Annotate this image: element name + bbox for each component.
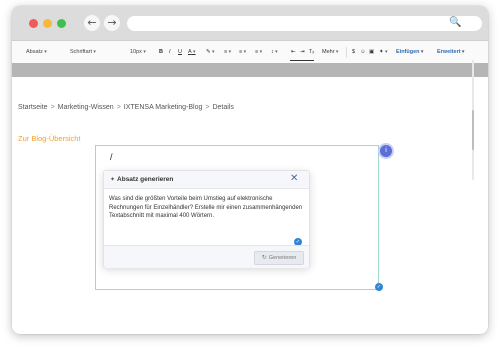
indent-increase-icon[interactable]: ⇥ bbox=[300, 49, 305, 55]
scrollbar-thumb[interactable] bbox=[472, 110, 474, 150]
dialog-header: ✦ Absatz generieren ✕ bbox=[104, 171, 309, 189]
advanced-menu[interactable]: Erweitert bbox=[437, 49, 464, 55]
info-icon[interactable]: i bbox=[380, 145, 392, 157]
ai-bolt-icon: ✦ bbox=[110, 176, 116, 183]
toolbar-divider bbox=[346, 47, 347, 58]
font-family-select[interactable]: Schriftart bbox=[70, 49, 96, 55]
dollar-icon[interactable]: $ bbox=[352, 49, 355, 55]
bold-button[interactable]: B bbox=[159, 49, 163, 55]
more-menu[interactable]: Mehr bbox=[322, 49, 338, 55]
emoji-icon[interactable]: ☺ bbox=[360, 49, 366, 55]
dialog-footer: ↻ Generieren bbox=[104, 245, 309, 268]
line-height-icon[interactable]: ↕ bbox=[271, 49, 278, 55]
dialog-title-text: Absatz generieren bbox=[117, 176, 174, 183]
text-color-button[interactable]: A bbox=[188, 49, 196, 55]
generate-button-label: Generieren bbox=[268, 255, 297, 261]
generate-button[interactable]: ↻ Generieren bbox=[254, 251, 304, 265]
align-icon[interactable]: ≡ bbox=[224, 49, 231, 55]
dialog-title: ✦ Absatz generieren bbox=[110, 176, 173, 183]
underline-button[interactable]: U bbox=[178, 49, 182, 55]
generate-paragraph-dialog: ✦ Absatz generieren ✕ Was sind die größte… bbox=[103, 170, 310, 268]
highlight-icon[interactable]: ✎ bbox=[206, 49, 215, 55]
back-to-blog-link[interactable]: Zur Blog-Übersicht bbox=[18, 134, 81, 143]
breadcrumb-item-blog[interactable]: IXTENSA Marketing-Blog bbox=[124, 104, 203, 111]
prompt-textarea[interactable]: Was sind die größten Vorteile beim Umsti… bbox=[109, 195, 303, 221]
browser-menu-icon[interactable] bbox=[470, 15, 476, 33]
close-icon[interactable]: ✕ bbox=[290, 173, 298, 184]
editor-slash-command: / bbox=[110, 152, 113, 162]
insert-menu[interactable]: Einfügen bbox=[396, 49, 423, 55]
browser-titlebar: ← → 🔍 bbox=[12, 6, 488, 41]
image-icon[interactable]: ▣ bbox=[369, 49, 374, 55]
minimize-window-button[interactable] bbox=[43, 19, 52, 28]
italic-button[interactable]: I bbox=[169, 49, 171, 55]
indent-decrease-icon[interactable]: ⇤ bbox=[291, 49, 296, 55]
address-bar[interactable] bbox=[127, 16, 482, 31]
ai-bolt-icon[interactable]: ✦ bbox=[379, 49, 388, 55]
refresh-icon: ↻ bbox=[261, 254, 267, 261]
active-tool-indicator bbox=[290, 60, 314, 61]
breadcrumb-item-details: Details bbox=[212, 104, 234, 111]
forward-arrow-icon[interactable]: → bbox=[104, 15, 120, 31]
search-icon[interactable]: 🔍 bbox=[449, 17, 461, 28]
font-size-select[interactable]: 10px bbox=[130, 49, 146, 55]
paragraph-format-select[interactable]: Absatz bbox=[26, 49, 47, 55]
maximize-window-button[interactable] bbox=[57, 19, 66, 28]
back-arrow-icon[interactable]: ← bbox=[84, 15, 100, 31]
editor-toolbar: Absatz Schriftart 10px B I U A ✎ ≡ ≡ ≡ ↕… bbox=[12, 41, 488, 64]
breadcrumb-separator: > bbox=[50, 104, 55, 111]
numbered-list-icon[interactable]: ≡ bbox=[255, 49, 262, 55]
breadcrumb: Startseite > Marketing-Wissen > IXTENSA Mark… bbox=[18, 104, 234, 111]
breadcrumb-item-home[interactable]: Startseite bbox=[18, 104, 48, 111]
page-header-banner bbox=[12, 63, 488, 77]
breadcrumb-item-marketing[interactable]: Marketing-Wissen bbox=[58, 104, 114, 111]
editor-check-icon: ✓ bbox=[375, 283, 383, 291]
breadcrumb-separator: > bbox=[116, 104, 121, 111]
breadcrumb-separator: > bbox=[205, 104, 210, 111]
clear-format-icon[interactable]: Tₓ bbox=[309, 49, 314, 55]
bullet-list-icon[interactable]: ≡ bbox=[239, 49, 246, 55]
close-window-button[interactable] bbox=[29, 19, 38, 28]
